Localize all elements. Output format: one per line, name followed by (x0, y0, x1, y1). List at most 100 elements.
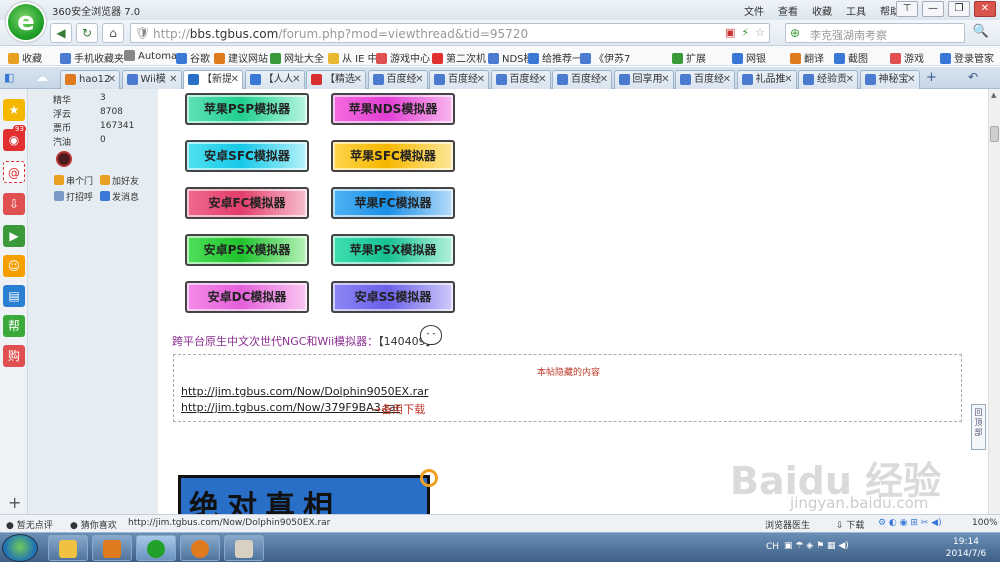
bookmark-item[interactable]: 第二次机 (432, 50, 486, 65)
bookmark-item[interactable]: 游戏 (890, 50, 924, 65)
bookmark-item[interactable]: 谷歌 (176, 50, 210, 65)
tab-close-icon[interactable]: ✕ (354, 71, 362, 88)
bookmark-item[interactable]: 从 IE 中 (328, 50, 378, 65)
tab[interactable]: 百度经 ✕ (552, 70, 612, 89)
tab[interactable]: 礼品推 ✕ (736, 70, 797, 89)
tab[interactable]: 百度经 ✕ (675, 70, 735, 89)
tab[interactable]: Wii模 ✕ (121, 70, 182, 89)
search-input[interactable]: 李克强湖南考察 (810, 27, 887, 43)
emulator-button[interactable]: 安卓DC模拟器 (185, 281, 309, 313)
download-status-button[interactable]: ⇩ 下载 (836, 518, 864, 531)
browser-doctor[interactable]: 浏览器医生 (765, 518, 810, 531)
tab[interactable]: 神秘宝 ✕ (859, 70, 920, 89)
minimize-button[interactable]: — (922, 1, 944, 17)
bookmark-item[interactable]: 网银 (732, 50, 766, 65)
shopping-icon[interactable]: 购 (3, 345, 25, 367)
menu-favorites[interactable]: 收藏 (812, 3, 832, 18)
emulator-button[interactable]: 安卓FC模拟器 (185, 187, 309, 219)
menu-tools[interactable]: 工具 (846, 3, 866, 18)
menu-file[interactable]: 文件 (744, 3, 764, 18)
emulator-button[interactable]: 安卓SS模拟器 (331, 281, 455, 313)
cloud-icon[interactable]: ☁ (36, 70, 56, 84)
add-sidebar-item-icon[interactable]: + (8, 493, 21, 512)
mail-icon[interactable]: @ (3, 161, 25, 183)
bookmark-item[interactable]: 扩展 (672, 50, 706, 65)
taskbar-firefox[interactable] (180, 535, 220, 561)
bookmark-item[interactable]: 网址大全 (270, 50, 324, 65)
scrollbar-thumb[interactable] (990, 126, 999, 142)
tab-close-icon[interactable]: ✕ (600, 71, 608, 88)
address-bar[interactable]: 🛡 http://bbs.tgbus.com/forum.php?mod=vie… (130, 23, 770, 43)
bookmark-item[interactable]: 登录管家 (940, 50, 994, 65)
emulator-button[interactable]: 苹果FC模拟器 (331, 187, 455, 219)
menu-view[interactable]: 查看 (778, 3, 798, 18)
taskbar-media[interactable] (92, 535, 132, 561)
sidebar-toggle-icon[interactable]: ◧ (4, 71, 20, 85)
tab-close-icon[interactable]: ✕ (723, 71, 731, 88)
emulator-button[interactable]: 安卓SFC模拟器 (185, 140, 309, 172)
bookmark-item[interactable]: 建议网站 (214, 50, 268, 65)
maximize-button[interactable]: ❐ (948, 1, 970, 17)
tab-close-icon[interactable]: ✕ (292, 71, 300, 88)
back-to-top-button[interactable]: 回顶部 (971, 404, 986, 450)
close-button[interactable]: ✕ (974, 1, 996, 17)
pin-button[interactable]: ⊤ (896, 1, 918, 17)
bookmark-item[interactable]: 截图 (834, 50, 868, 65)
taskbar-paint[interactable] (224, 535, 264, 561)
recommend-status[interactable]: ● 猜你喜欢 (70, 518, 117, 531)
refresh-button[interactable]: ↻ (76, 23, 98, 43)
video-icon[interactable]: ▶ (3, 225, 25, 247)
add-friend-link[interactable]: 加好友 (100, 174, 139, 187)
tab[interactable]: 经验贡 ✕ (798, 70, 858, 89)
bookmark-item[interactable]: 《伊苏7 (580, 50, 630, 65)
bookmark-item[interactable]: 游戏中心 (376, 50, 430, 65)
download-icon[interactable]: ⇩ (3, 193, 25, 215)
tab[interactable]: 【人人 ✕ (244, 70, 305, 89)
bookmark-item[interactable]: 翻译 (790, 50, 824, 65)
tab-close-icon[interactable]: ✕ (846, 71, 854, 88)
emulator-button[interactable]: 安卓PSX模拟器 (185, 234, 309, 266)
bookmark-item[interactable]: 给推荐一 (528, 50, 582, 65)
start-button[interactable] (2, 534, 38, 562)
tab-close-icon[interactable]: ✕ (231, 71, 239, 88)
tab[interactable]: 百度经 ✕ (490, 70, 551, 89)
tab[interactable]: 【精选 ✕ (306, 70, 366, 89)
game-icon[interactable]: ☺ (3, 255, 25, 277)
home-button[interactable]: ⌂ (102, 23, 124, 43)
tab-close-icon[interactable]: ✕ (108, 71, 116, 88)
taskbar-explorer[interactable] (48, 535, 88, 561)
book-icon[interactable]: ▤ (3, 285, 25, 307)
message-link[interactable]: 发消息 (100, 190, 139, 203)
back-button[interactable]: ◀ (50, 23, 72, 43)
tab-close-icon[interactable]: ✕ (661, 71, 669, 88)
bookmark-item[interactable]: 手机收藏夹 (60, 50, 124, 65)
favorites-star-icon[interactable]: ★ (3, 99, 25, 121)
search-box[interactable]: ⊕ 李克强湖南考察 (785, 23, 965, 43)
zoom-level[interactable]: 100% (972, 518, 998, 528)
tab-close-icon[interactable]: ✕ (477, 71, 485, 88)
tab[interactable]: 百度经 ✕ (429, 70, 489, 89)
greet-link[interactable]: 打招呼 (54, 190, 93, 203)
download-link-backup[interactable]: http://jim.tgbus.com/Now/379F9BA3.rar (181, 401, 400, 414)
tab[interactable]: hao12 ✕ (60, 70, 120, 89)
shop-icon[interactable]: ▣ (725, 26, 735, 39)
input-language[interactable]: CH (766, 542, 779, 552)
tab-close-icon[interactable]: ✕ (907, 71, 915, 88)
star-icon[interactable]: ☆ (755, 26, 765, 39)
download-link-dolphin[interactable]: http://jim.tgbus.com/Now/Dolphin9050EX.r… (181, 385, 428, 398)
emulator-button[interactable]: 苹果PSP模拟器 (185, 93, 309, 125)
no-review-status[interactable]: ● 暂无点评 (6, 518, 53, 531)
url-text[interactable]: http://bbs.tgbus.com/forum.php?mod=viewt… (153, 27, 528, 41)
bookmark-item[interactable]: Automa (124, 50, 177, 62)
search-button[interactable]: 🔍 (970, 24, 992, 42)
tab[interactable]: 回享用 ✕ (613, 70, 674, 89)
new-tab-button[interactable]: + (926, 70, 937, 85)
visit-link[interactable]: 串个门 (54, 174, 93, 187)
bookmark-item[interactable]: NDS模 (488, 50, 534, 65)
tab-close-icon[interactable]: ✕ (538, 71, 546, 88)
status-tool-icons[interactable]: ⚙ ◐ ◉ ⊞ ✂ ◀) (878, 518, 942, 528)
tab-close-icon[interactable]: ✕ (415, 71, 423, 88)
scroll-up-icon[interactable]: ▲ (991, 91, 996, 99)
emulator-button[interactable]: 苹果SFC模拟器 (331, 140, 455, 172)
taskbar-360-browser[interactable] (136, 535, 176, 561)
